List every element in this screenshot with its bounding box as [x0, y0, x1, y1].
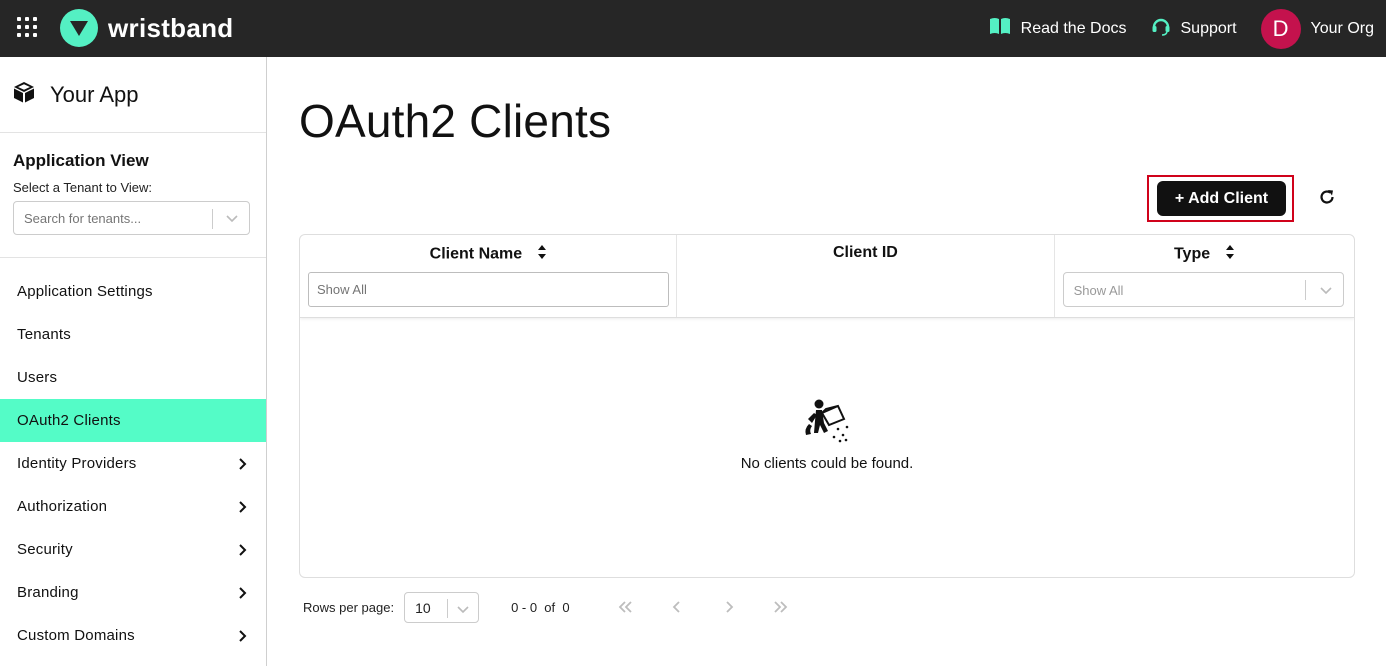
select-separator: [1304, 280, 1306, 300]
app-header: Your App: [0, 57, 266, 133]
next-page-icon[interactable]: [714, 592, 744, 622]
sidebar-item-label: Identity Providers: [17, 455, 137, 472]
client-name-filter-input[interactable]: [308, 272, 669, 307]
column-type: Type Show All: [1055, 235, 1354, 317]
type-filter-value: Show All: [1073, 283, 1124, 298]
sidebar-item-security[interactable]: Security: [0, 528, 266, 571]
sidebar: Your App Application View Select a Tenan…: [0, 57, 267, 666]
rows-per-page-value: 10: [415, 599, 431, 616]
page-title: OAuth2 Clients: [299, 95, 612, 147]
sidebar-item-application-settings[interactable]: Application Settings: [0, 270, 266, 313]
sort-icon[interactable]: [537, 244, 547, 265]
select-separator: [212, 209, 213, 229]
previous-page-icon[interactable]: [662, 592, 692, 622]
chevron-down-icon[interactable]: [456, 602, 470, 621]
chevron-down-icon[interactable]: [1319, 283, 1333, 302]
select-separator: [447, 598, 449, 618]
page-range: 0 - 0 of 0: [511, 599, 570, 615]
clients-table: Client Name Client ID Type Show All: [299, 234, 1355, 578]
add-client-highlight: + Add Client: [1147, 175, 1294, 222]
top-bar: wristband Read the Docs Support D Your O…: [0, 0, 1386, 57]
column-client-name: Client Name: [300, 235, 678, 317]
type-filter-select[interactable]: Show All: [1062, 272, 1344, 307]
read-the-docs-link[interactable]: Read the Docs: [989, 17, 1127, 40]
tenant-select[interactable]: [13, 201, 250, 235]
chevron-right-icon: [238, 586, 248, 604]
empty-state-message: No clients could be found.: [740, 455, 914, 472]
sidebar-item-label: Users: [17, 369, 58, 386]
sidebar-item-label: Branding: [17, 584, 79, 601]
sidebar-item-identity-providers[interactable]: Identity Providers: [0, 442, 266, 485]
chevron-right-icon: [238, 500, 248, 518]
pagination: Rows per page: 10 0 - 0 of 0: [303, 591, 823, 623]
sidebar-nav: Application Settings Tenants Users OAuth…: [0, 270, 266, 657]
column-header: Client ID: [677, 244, 1053, 262]
rows-per-page-label: Rows per page:: [303, 599, 395, 615]
sidebar-item-authorization[interactable]: Authorization: [0, 485, 266, 528]
column-client-id: Client ID: [677, 235, 1055, 317]
sidebar-item-oauth2-clients[interactable]: OAuth2 Clients: [0, 399, 266, 442]
tenant-select-label: Select a Tenant to View:: [13, 180, 153, 195]
app-grid-icon[interactable]: [17, 17, 37, 37]
wristband-logo-icon: [60, 9, 98, 47]
org-menu[interactable]: D Your Org: [1260, 8, 1374, 49]
brand-logo[interactable]: wristband: [60, 9, 234, 47]
cube-icon: [12, 80, 36, 109]
first-page-icon[interactable]: [610, 592, 640, 622]
sidebar-item-label: Custom Domains: [17, 627, 135, 644]
chevron-right-icon: [238, 629, 248, 647]
chevron-right-icon: [238, 457, 248, 475]
column-label: Client Name: [429, 245, 523, 263]
rows-per-page-select[interactable]: 10: [404, 591, 480, 623]
column-header[interactable]: Client Name: [300, 244, 676, 265]
empty-state-icon: [805, 399, 849, 443]
support-link[interactable]: Support: [1151, 16, 1237, 41]
read-the-docs-label: Read the Docs: [1020, 19, 1127, 37]
application-view-section: Application View Select a Tenant to View…: [0, 133, 266, 258]
column-header[interactable]: Type: [1055, 244, 1354, 265]
sidebar-item-custom-domains[interactable]: Custom Domains: [0, 614, 266, 657]
sort-icon[interactable]: [1225, 244, 1235, 265]
refresh-icon[interactable]: [1317, 187, 1337, 207]
sidebar-item-tenants[interactable]: Tenants: [0, 313, 266, 356]
support-label: Support: [1180, 19, 1237, 37]
application-view-title: Application View: [13, 151, 149, 170]
add-client-button[interactable]: + Add Client: [1157, 181, 1286, 216]
tenant-search-input[interactable]: [14, 203, 204, 233]
avatar: D: [1260, 8, 1301, 49]
chevron-right-icon: [238, 543, 248, 561]
sidebar-item-label: OAuth2 Clients: [17, 412, 121, 429]
column-label: Type: [1173, 245, 1211, 263]
sidebar-item-label: Authorization: [17, 498, 108, 515]
book-icon: [989, 17, 1011, 40]
column-label: Client ID: [832, 244, 898, 261]
org-name: Your Org: [1310, 19, 1374, 37]
sidebar-item-label: Application Settings: [17, 283, 153, 300]
sidebar-item-label: Security: [17, 541, 73, 558]
brand-name: wristband: [108, 12, 234, 43]
sidebar-item-branding[interactable]: Branding: [0, 571, 266, 614]
last-page-icon[interactable]: [766, 592, 796, 622]
app-name: Your App: [50, 81, 139, 107]
sidebar-item-users[interactable]: Users: [0, 356, 266, 399]
table-header: Client Name Client ID Type Show All: [300, 235, 1354, 318]
main-content: OAuth2 Clients + Add Client Client Name …: [268, 57, 1386, 666]
empty-state: No clients could be found.: [300, 397, 1354, 472]
headset-icon: [1151, 16, 1171, 41]
sidebar-item-label: Tenants: [17, 326, 71, 343]
chevron-down-icon[interactable]: [225, 211, 239, 230]
